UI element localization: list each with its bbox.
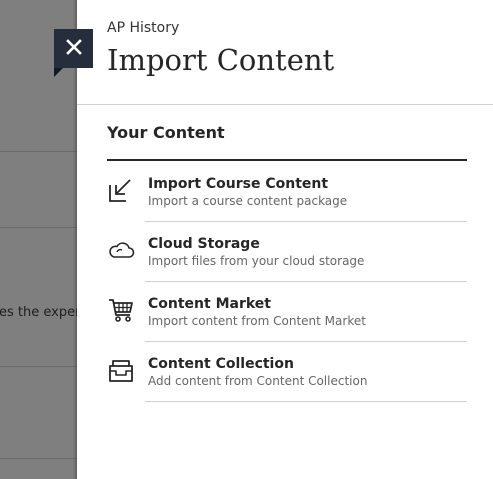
option-label: Content Market xyxy=(148,296,271,312)
option-description: Add content from Content Collection xyxy=(148,374,368,388)
option-content-market[interactable]: Content Market Import content from Conte… xyxy=(107,282,467,342)
option-description: Import a course content package xyxy=(148,194,348,208)
background-divider xyxy=(0,458,77,459)
option-description: Import files from your cloud storage xyxy=(148,254,365,268)
option-content-collection[interactable]: Content Collection Add content from Cont… xyxy=(107,342,467,402)
option-divider xyxy=(145,401,467,402)
background-divider xyxy=(0,151,77,152)
page-title: Import Content xyxy=(107,43,335,77)
option-description: Import content from Content Market xyxy=(148,314,366,328)
section-rule xyxy=(107,159,467,161)
background-page-overlay[interactable]: es the exper xyxy=(0,0,77,479)
option-import-course-content[interactable]: Import Course Content Import a course co… xyxy=(107,162,467,222)
cloud-icon xyxy=(107,236,135,264)
background-text: es the exper xyxy=(0,305,77,320)
close-icon xyxy=(65,38,82,59)
inbox-tray-icon xyxy=(107,356,135,384)
option-label: Content Collection xyxy=(148,356,294,372)
import-arrow-icon xyxy=(107,176,135,204)
option-label: Cloud Storage xyxy=(148,236,260,252)
section-title: Your Content xyxy=(107,123,225,142)
option-label: Import Course Content xyxy=(148,176,329,192)
background-divider xyxy=(0,366,77,367)
shopping-cart-icon xyxy=(107,296,135,324)
app-stage: es the exper AP History Import Content Y… xyxy=(0,0,493,479)
header-divider xyxy=(77,104,493,105)
close-button[interactable] xyxy=(54,29,93,68)
background-divider xyxy=(0,227,77,228)
course-name: AP History xyxy=(107,20,180,36)
close-button-tail xyxy=(54,68,63,77)
option-cloud-storage[interactable]: Cloud Storage Import files from your clo… xyxy=(107,222,467,282)
